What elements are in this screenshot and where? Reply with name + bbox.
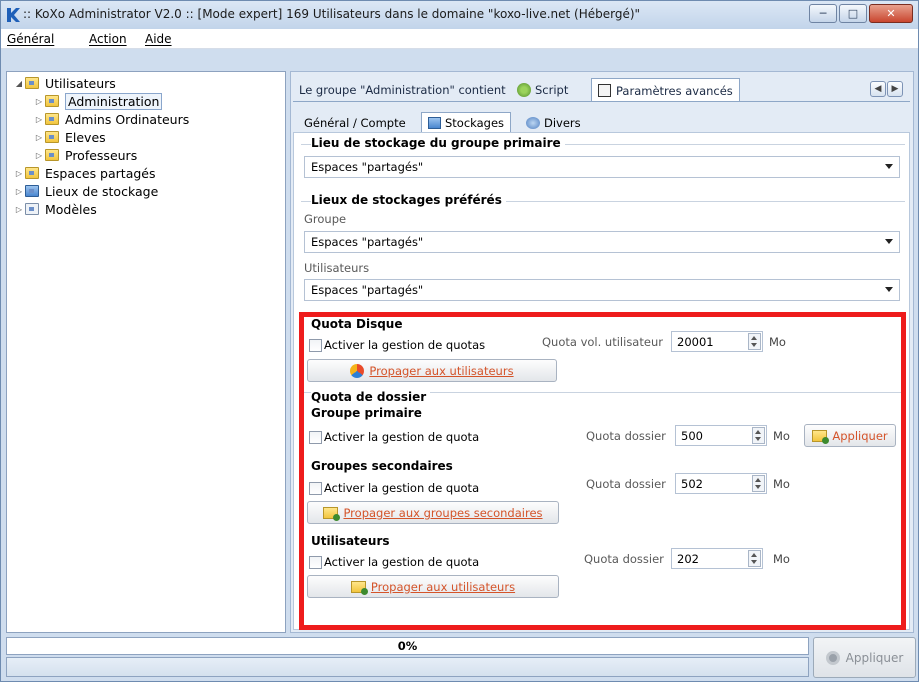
tree-item-utilisateurs[interactable]: ◢ Utilisateurs [13, 74, 116, 92]
tree-item-label: Lieux de stockage [45, 183, 159, 199]
primary-storage-value: Espaces "partagés" [311, 160, 424, 174]
tree-item-administration[interactable]: ▷ Administration [33, 92, 163, 110]
script-icon [517, 82, 531, 97]
subtab-divers[interactable]: Divers [520, 112, 587, 133]
tree-item-espaces-partages[interactable]: ▷ Espaces partagés [13, 164, 156, 182]
subtab-label: Général / Compte [304, 115, 406, 130]
menu-aide[interactable]: Aide [145, 32, 172, 46]
users-icon [526, 116, 540, 129]
subtab-label: Stockages [445, 116, 505, 130]
minimize-button[interactable]: ─ [809, 4, 837, 23]
chevron-down-icon [885, 287, 893, 292]
group-label: Groupe [304, 212, 347, 226]
tree-item-label: Professeurs [65, 147, 138, 163]
tree-item-modeles[interactable]: ▷ Modèles [13, 200, 97, 218]
menu-general[interactable]: Général [7, 32, 54, 46]
expand-icon[interactable]: ▷ [33, 97, 45, 106]
tab-script[interactable]: Script [511, 78, 574, 101]
expand-icon[interactable]: ▷ [33, 115, 45, 124]
tab-label: Script [535, 82, 569, 97]
collapse-icon[interactable]: ◢ [13, 79, 25, 88]
subtab-general-compte[interactable]: Général / Compte [298, 112, 412, 133]
folder-icon [45, 149, 59, 161]
main-window: :: KoXo Administrator V2.0 :: [Mode expe… [0, 0, 919, 682]
primary-storage-title: Lieu de stockage du groupe primaire [311, 136, 565, 150]
tab-group-contents[interactable]: Le groupe "Administration" contient [293, 78, 512, 101]
tree-item-admins-ordinateurs[interactable]: ▷ Admins Ordinateurs [33, 110, 189, 128]
tab-label: Paramètres avancés [616, 83, 733, 98]
subtab-label: Divers [544, 115, 581, 130]
close-icon: ✕ [886, 7, 896, 20]
template-icon [25, 203, 39, 215]
subtab-stockages[interactable]: Stockages [421, 112, 512, 133]
progress-bar: 0% [6, 637, 809, 655]
menu-bar: Général Action Aide [1, 29, 918, 49]
close-button[interactable]: ✕ [869, 4, 913, 23]
highlight-box [299, 312, 906, 630]
status-bar [6, 657, 809, 677]
navigation-tree: ◢ Utilisateurs ▷ Administration ▷ Admins… [6, 71, 286, 633]
tab-divider [293, 101, 910, 102]
chevron-left-icon: ◀ [874, 84, 882, 94]
tab-parametres-avances[interactable]: Paramètres avancés [591, 78, 740, 102]
tab-label: Le groupe "Administration" contient [299, 82, 506, 97]
window-title: :: KoXo Administrator V2.0 :: [Mode expe… [23, 7, 641, 21]
settings-icon [598, 84, 611, 97]
chevron-down-icon [885, 164, 893, 169]
folder-icon [45, 113, 59, 125]
tree-item-label: Administration [65, 92, 163, 110]
folder-icon [25, 77, 39, 89]
shared-folder-icon [25, 167, 39, 179]
expand-icon[interactable]: ▷ [33, 133, 45, 142]
primary-storage-select[interactable]: Espaces "partagés" [304, 156, 900, 178]
storage-icon [25, 185, 39, 197]
tree-item-professeurs[interactable]: ▷ Professeurs [33, 146, 137, 164]
folder-icon [45, 131, 59, 143]
maximize-icon: □ [847, 7, 859, 20]
group-storage-value: Espaces "partagés" [311, 235, 424, 249]
expand-icon[interactable]: ▷ [13, 205, 25, 214]
gear-icon [825, 650, 840, 665]
progress-text: 0% [397, 639, 418, 653]
preferred-storage-title: Lieux de stockages préférés [311, 193, 506, 207]
chevron-down-icon [885, 239, 893, 244]
maximize-button[interactable]: □ [839, 4, 867, 23]
tree-item-label: Admins Ordinateurs [65, 111, 190, 127]
chevron-right-icon: ▶ [891, 84, 899, 94]
tree-item-eleves[interactable]: ▷ Eleves [33, 128, 106, 146]
title-bar[interactable]: :: KoXo Administrator V2.0 :: [Mode expe… [1, 1, 918, 29]
tree-item-lieux-de-stockage[interactable]: ▷ Lieux de stockage [13, 182, 158, 200]
main-tabs: Le groupe "Administration" contient Scri… [293, 78, 903, 102]
users-label: Utilisateurs [304, 261, 370, 275]
users-storage-value: Espaces "partagés" [311, 283, 424, 297]
tree-item-label: Espaces partagés [45, 165, 156, 181]
storage-icon [428, 117, 441, 129]
expand-icon[interactable]: ▷ [13, 187, 25, 196]
minimize-icon: ─ [819, 7, 827, 20]
expand-icon[interactable]: ▷ [13, 169, 25, 178]
group-storage-select[interactable]: Espaces "partagés" [304, 231, 900, 253]
tree-item-label: Utilisateurs [45, 75, 116, 91]
menu-action[interactable]: Action [89, 32, 127, 46]
apply-button[interactable]: Appliquer [813, 637, 916, 678]
users-storage-select[interactable]: Espaces "partagés" [304, 279, 900, 301]
tree-item-label: Eleves [65, 129, 106, 145]
expand-icon[interactable]: ▷ [33, 151, 45, 160]
koxo-logo-icon [7, 8, 20, 22]
tab-scroll-left-button[interactable]: ◀ [870, 81, 886, 97]
apply-button-label: Appliquer [845, 650, 904, 665]
folder-icon [45, 95, 59, 107]
tab-scroll-right-button[interactable]: ▶ [887, 81, 903, 97]
tree-item-label: Modèles [45, 201, 97, 217]
